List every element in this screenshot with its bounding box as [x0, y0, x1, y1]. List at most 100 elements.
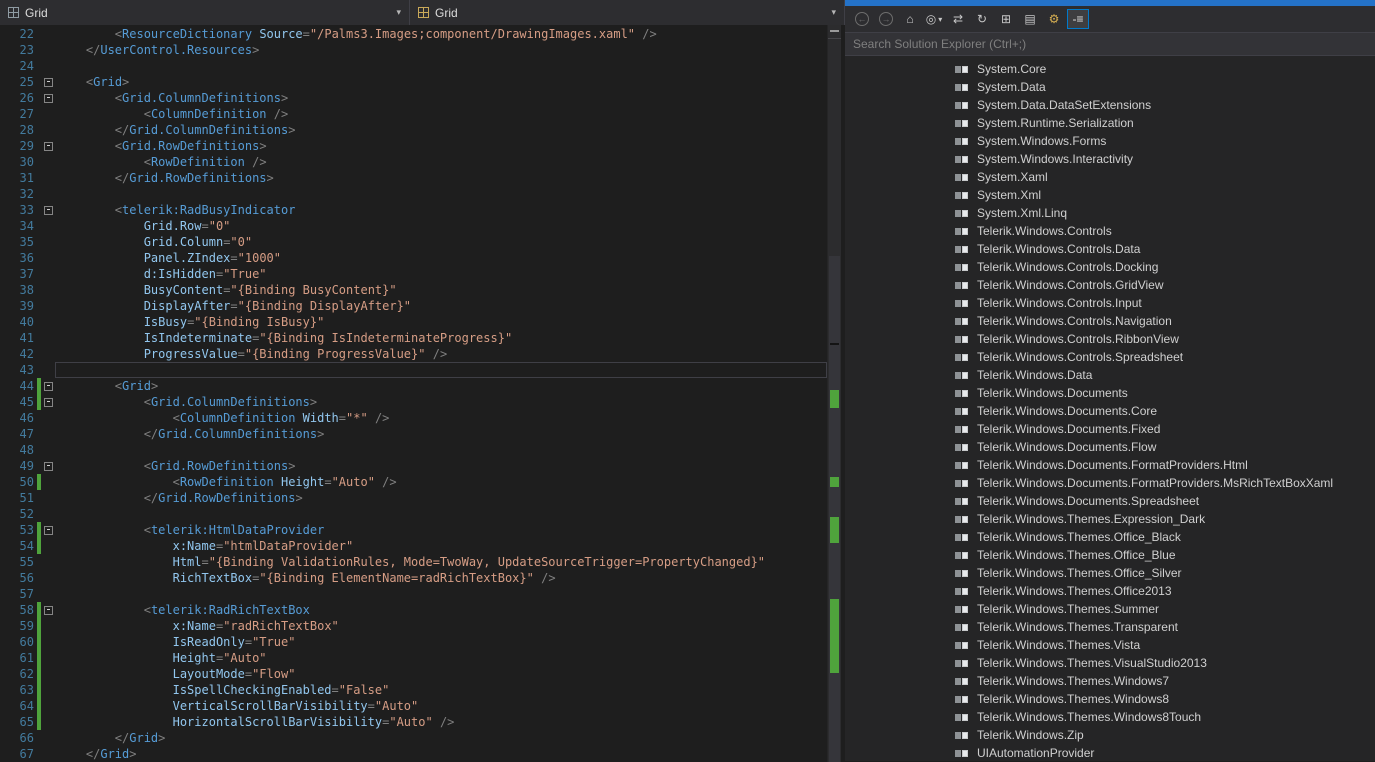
- code-line[interactable]: 25 <Grid>: [0, 74, 827, 90]
- code-line[interactable]: 51 </Grid.RowDefinitions>: [0, 490, 827, 506]
- code-line[interactable]: 48: [0, 442, 827, 458]
- reference-item[interactable]: Telerik.Windows.Controls.Navigation: [845, 312, 1375, 330]
- code-line[interactable]: 61 Height="Auto": [0, 650, 827, 666]
- reference-item[interactable]: System.Data: [845, 78, 1375, 96]
- fold-collapse-icon[interactable]: [41, 394, 55, 410]
- reference-item[interactable]: Telerik.Windows.Themes.Summer: [845, 600, 1375, 618]
- code-line[interactable]: 43: [0, 362, 827, 378]
- reference-item[interactable]: System.Xml.Linq: [845, 204, 1375, 222]
- reference-item[interactable]: Telerik.Windows.Themes.Office_Black: [845, 528, 1375, 546]
- code-line[interactable]: 32: [0, 186, 827, 202]
- refresh-button[interactable]: ↻: [971, 9, 993, 29]
- reference-item[interactable]: System.Windows.Interactivity: [845, 150, 1375, 168]
- reference-item[interactable]: Telerik.Windows.Themes.Office_Silver: [845, 564, 1375, 582]
- scope-button[interactable]: ◎▾: [923, 9, 945, 29]
- code-line[interactable]: 30 <RowDefinition />: [0, 154, 827, 170]
- code-line[interactable]: 44 <Grid>: [0, 378, 827, 394]
- reference-item[interactable]: Telerik.Windows.Controls: [845, 222, 1375, 240]
- navbar-type-dropdown[interactable]: Grid ▾: [0, 0, 410, 25]
- code-line[interactable]: 60 IsReadOnly="True": [0, 634, 827, 650]
- reference-item[interactable]: System.Xml: [845, 186, 1375, 204]
- home-button[interactable]: ⌂: [899, 9, 921, 29]
- code-line[interactable]: 64 VerticalScrollBarVisibility="Auto": [0, 698, 827, 714]
- reference-item[interactable]: System.Runtime.Serialization: [845, 114, 1375, 132]
- code-line[interactable]: 46 <ColumnDefinition Width="*" />: [0, 410, 827, 426]
- show-all-files-button[interactable]: ▤: [1019, 9, 1041, 29]
- code-line[interactable]: 63 IsSpellCheckingEnabled="False": [0, 682, 827, 698]
- reference-item[interactable]: System.Core: [845, 60, 1375, 78]
- reference-item[interactable]: Telerik.Windows.Themes.Office_Blue: [845, 546, 1375, 564]
- code-line[interactable]: 47 </Grid.ColumnDefinitions>: [0, 426, 827, 442]
- reference-item[interactable]: Telerik.Windows.Controls.Data: [845, 240, 1375, 258]
- code-line[interactable]: 29 <Grid.RowDefinitions>: [0, 138, 827, 154]
- fold-collapse-icon[interactable]: [41, 602, 55, 618]
- code-line[interactable]: 59 x:Name="radRichTextBox": [0, 618, 827, 634]
- editor-scrollbar[interactable]: [827, 25, 841, 762]
- code-line[interactable]: 24: [0, 58, 827, 74]
- code-line[interactable]: 26 <Grid.ColumnDefinitions>: [0, 90, 827, 106]
- reference-item[interactable]: Telerik.Windows.Data: [845, 366, 1375, 384]
- code-line[interactable]: 37 d:IsHidden="True": [0, 266, 827, 282]
- code-line[interactable]: 56 RichTextBox="{Binding ElementName=rad…: [0, 570, 827, 586]
- reference-item[interactable]: Telerik.Windows.Documents: [845, 384, 1375, 402]
- reference-item[interactable]: Telerik.Windows.Controls.Spreadsheet: [845, 348, 1375, 366]
- navbar-member-dropdown[interactable]: Grid ▾: [410, 0, 845, 25]
- reference-item[interactable]: Telerik.Windows.Themes.VisualStudio2013: [845, 654, 1375, 672]
- back-button[interactable]: ←: [851, 9, 873, 29]
- code-line[interactable]: 45 <Grid.ColumnDefinitions>: [0, 394, 827, 410]
- reference-item[interactable]: Telerik.Windows.Documents.Fixed: [845, 420, 1375, 438]
- code-line[interactable]: 28 </Grid.ColumnDefinitions>: [0, 122, 827, 138]
- code-line[interactable]: 53 <telerik:HtmlDataProvider: [0, 522, 827, 538]
- reference-item[interactable]: Telerik.Windows.Themes.Vista: [845, 636, 1375, 654]
- code-line[interactable]: 66 </Grid>: [0, 730, 827, 746]
- reference-item[interactable]: Telerik.Windows.Documents.FormatProvider…: [845, 474, 1375, 492]
- reference-item[interactable]: Telerik.Windows.Themes.Windows7: [845, 672, 1375, 690]
- reference-item[interactable]: Telerik.Windows.Controls.Input: [845, 294, 1375, 312]
- fold-collapse-icon[interactable]: [41, 202, 55, 218]
- code-line[interactable]: 50 <RowDefinition Height="Auto" />: [0, 474, 827, 490]
- scrollbar-thumb[interactable]: [829, 256, 840, 762]
- reference-item[interactable]: Telerik.Windows.Themes.Windows8: [845, 690, 1375, 708]
- code-line[interactable]: 39 DisplayAfter="{Binding DisplayAfter}": [0, 298, 827, 314]
- code-line[interactable]: 23 </UserControl.Resources>: [0, 42, 827, 58]
- fold-collapse-icon[interactable]: [41, 378, 55, 394]
- reference-item[interactable]: Telerik.Windows.Controls.RibbonView: [845, 330, 1375, 348]
- reference-item[interactable]: System.Xaml: [845, 168, 1375, 186]
- reference-item[interactable]: System.Windows.Forms: [845, 132, 1375, 150]
- reference-item[interactable]: System.Data.DataSetExtensions: [845, 96, 1375, 114]
- reference-item[interactable]: Telerik.Windows.Controls.GridView: [845, 276, 1375, 294]
- reference-item[interactable]: Telerik.Windows.Controls.Docking: [845, 258, 1375, 276]
- code-line[interactable]: 54 x:Name="htmlDataProvider": [0, 538, 827, 554]
- code-line[interactable]: 62 LayoutMode="Flow": [0, 666, 827, 682]
- code-line[interactable]: 35 Grid.Column="0": [0, 234, 827, 250]
- sync-with-active-document-button[interactable]: ⇄: [947, 9, 969, 29]
- reference-item[interactable]: Telerik.Windows.Themes.Windows8Touch: [845, 708, 1375, 726]
- search-input[interactable]: [845, 33, 1375, 55]
- code-line[interactable]: 52: [0, 506, 827, 522]
- fold-collapse-icon[interactable]: [41, 74, 55, 90]
- reference-item[interactable]: Telerik.Windows.Documents.Flow: [845, 438, 1375, 456]
- code-line[interactable]: 40 IsBusy="{Binding IsBusy}": [0, 314, 827, 330]
- reference-item[interactable]: Telerik.Windows.Themes.Transparent: [845, 618, 1375, 636]
- code-line[interactable]: 27 <ColumnDefinition />: [0, 106, 827, 122]
- code-line[interactable]: 38 BusyContent="{Binding BusyContent}": [0, 282, 827, 298]
- reference-item[interactable]: Telerik.Windows.Themes.Expression_Dark: [845, 510, 1375, 528]
- code-line[interactable]: 65 HorizontalScrollBarVisibility="Auto" …: [0, 714, 827, 730]
- code-line[interactable]: 57: [0, 586, 827, 602]
- preview-selected-items-button[interactable]: -≡: [1067, 9, 1089, 29]
- fold-collapse-icon[interactable]: [41, 458, 55, 474]
- code-line[interactable]: 41 IsIndeterminate="{Binding IsIndetermi…: [0, 330, 827, 346]
- reference-item[interactable]: UIAutomationProvider: [845, 744, 1375, 761]
- properties-wrench-button[interactable]: ⚙: [1043, 9, 1065, 29]
- reference-item[interactable]: Telerik.Windows.Documents.Spreadsheet: [845, 492, 1375, 510]
- reference-item[interactable]: Telerik.Windows.Themes.Office2013: [845, 582, 1375, 600]
- code-line[interactable]: 58 <telerik:RadRichTextBox: [0, 602, 827, 618]
- code-line[interactable]: 49 <Grid.RowDefinitions>: [0, 458, 827, 474]
- code-line[interactable]: 34 Grid.Row="0": [0, 218, 827, 234]
- fold-collapse-icon[interactable]: [41, 90, 55, 106]
- forward-button[interactable]: →: [875, 9, 897, 29]
- code-line[interactable]: 36 Panel.ZIndex="1000": [0, 250, 827, 266]
- code-line[interactable]: 67 </Grid>: [0, 746, 827, 762]
- nest-files-button[interactable]: ⊞: [995, 9, 1017, 29]
- code-line[interactable]: 22 <ResourceDictionary Source="/Palms3.I…: [0, 26, 827, 42]
